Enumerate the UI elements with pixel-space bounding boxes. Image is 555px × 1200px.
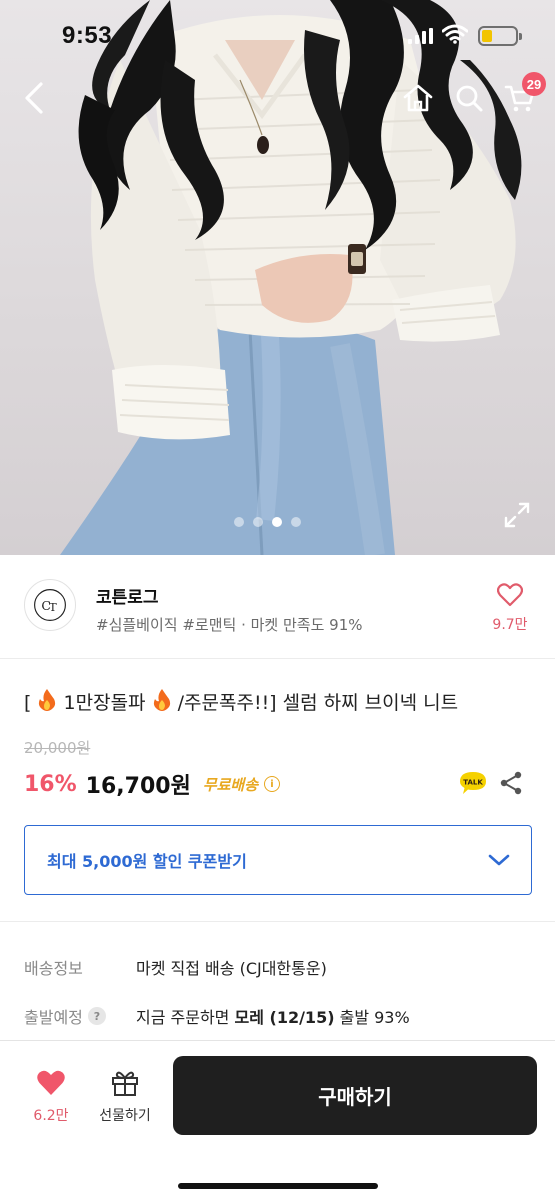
- seller-wishlist-button[interactable]: 9.7만: [486, 583, 534, 634]
- dispatch-schedule-label: 출발예정: [24, 1008, 83, 1027]
- original-price: 20,000원: [24, 739, 91, 757]
- gift-label: 선물하기: [99, 1108, 151, 1124]
- product-title-part: 1만장돌파: [63, 692, 146, 714]
- delivery-info-row: 배송정보 마켓 직접 배송 (CJ대한통운): [24, 955, 327, 979]
- discount-rate: 16%: [24, 771, 77, 797]
- free-shipping-badge: 무료배송: [202, 775, 259, 794]
- gift-icon: [112, 1071, 138, 1096]
- product-image-gallery[interactable]: 9:53 29: [0, 0, 555, 555]
- dispatch-date: 모레 (12/15): [234, 1008, 335, 1027]
- fire-icon: [39, 689, 56, 711]
- gallery-dot[interactable]: [291, 517, 301, 527]
- seller-name[interactable]: 코튼로그: [96, 583, 159, 608]
- cellular-signal-icon: [408, 28, 433, 44]
- status-time: 9:53: [62, 22, 113, 49]
- chevron-left-icon: [25, 82, 43, 114]
- gallery-dot[interactable]: [234, 517, 244, 527]
- sale-price: 16,700원: [85, 774, 191, 799]
- gallery-dot[interactable]: [272, 517, 282, 527]
- bottom-action-bar: 6.2만 선물하기 구매하기: [0, 1040, 555, 1200]
- seller-tags: #심플베이직 #로맨틱 · 마켓 만족도 91%: [96, 616, 363, 634]
- product-title: [ 1만장돌파 /주문폭주!!] 셀럼 하찌 브이넥 니트: [24, 688, 458, 715]
- help-icon[interactable]: ?: [87, 1007, 106, 1025]
- coupon-download-button[interactable]: 최대 5,000원 할인 쿠폰받기: [24, 825, 532, 895]
- dispatch-suffix: 출발 93%: [334, 1008, 410, 1027]
- info-icon[interactable]: i: [264, 776, 281, 792]
- chevron-down-icon: [488, 854, 510, 866]
- svg-text:T: T: [49, 600, 57, 614]
- fire-icon: [153, 689, 170, 711]
- dispatch-schedule-row: 출발예정 ? 지금 주문하면 모레 (12/15) 출발 93%: [24, 1004, 410, 1028]
- dispatch-schedule-value: 지금 주문하면 모레 (12/15) 출발 93%: [136, 1004, 410, 1028]
- delivery-info-label: 배송정보: [24, 959, 83, 978]
- status-bar: 9:53: [0, 0, 555, 72]
- like-button[interactable]: 6.2만: [22, 1069, 80, 1125]
- dispatch-prefix: 지금 주문하면: [136, 1008, 235, 1027]
- like-count: 6.2만: [33, 1108, 69, 1124]
- seller-logo: C T: [24, 579, 76, 631]
- product-title-part: /주문폭주!!] 셀럼 하찌 브이넥 니트: [177, 692, 459, 714]
- battery-icon: [478, 26, 522, 46]
- cart-count-badge: 29: [522, 72, 546, 96]
- battery-level: [482, 30, 492, 42]
- home-icon: [403, 84, 433, 112]
- search-button[interactable]: [451, 80, 487, 116]
- expand-icon[interactable]: [504, 502, 530, 528]
- gallery-pagination[interactable]: [234, 517, 301, 527]
- wifi-icon: [442, 24, 468, 44]
- buy-button[interactable]: 구매하기: [173, 1056, 537, 1135]
- heart-outline-icon: [496, 583, 524, 607]
- svg-text:TALK: TALK: [463, 779, 483, 787]
- heart-filled-icon: [37, 1070, 65, 1095]
- section-divider: [0, 921, 555, 922]
- delivery-info-value: 마켓 직접 배송 (CJ대한통운): [136, 959, 327, 978]
- search-icon: [456, 85, 483, 112]
- gallery-dot[interactable]: [253, 517, 263, 527]
- price-row: 16% 16,700원 무료배송 i: [24, 766, 281, 802]
- gift-button[interactable]: 선물하기: [92, 1069, 158, 1125]
- back-button[interactable]: [16, 80, 52, 116]
- coupon-label: 최대 5,000원 할인 쿠폰받기: [47, 852, 247, 871]
- home-button[interactable]: [400, 80, 436, 116]
- seller-wishlist-count: 9.7만: [492, 617, 528, 633]
- dispatch-schedule-label-wrap: 출발예정 ?: [24, 1004, 136, 1028]
- home-indicator: [178, 1183, 378, 1189]
- product-title-part: [: [24, 692, 32, 714]
- kakao-talk-icon[interactable]: TALK: [458, 768, 488, 798]
- seller-info[interactable]: C T 코튼로그 #심플베이직 #로맨틱 · 마켓 만족도 91% 9.7만: [0, 555, 555, 659]
- share-icon[interactable]: [498, 770, 524, 796]
